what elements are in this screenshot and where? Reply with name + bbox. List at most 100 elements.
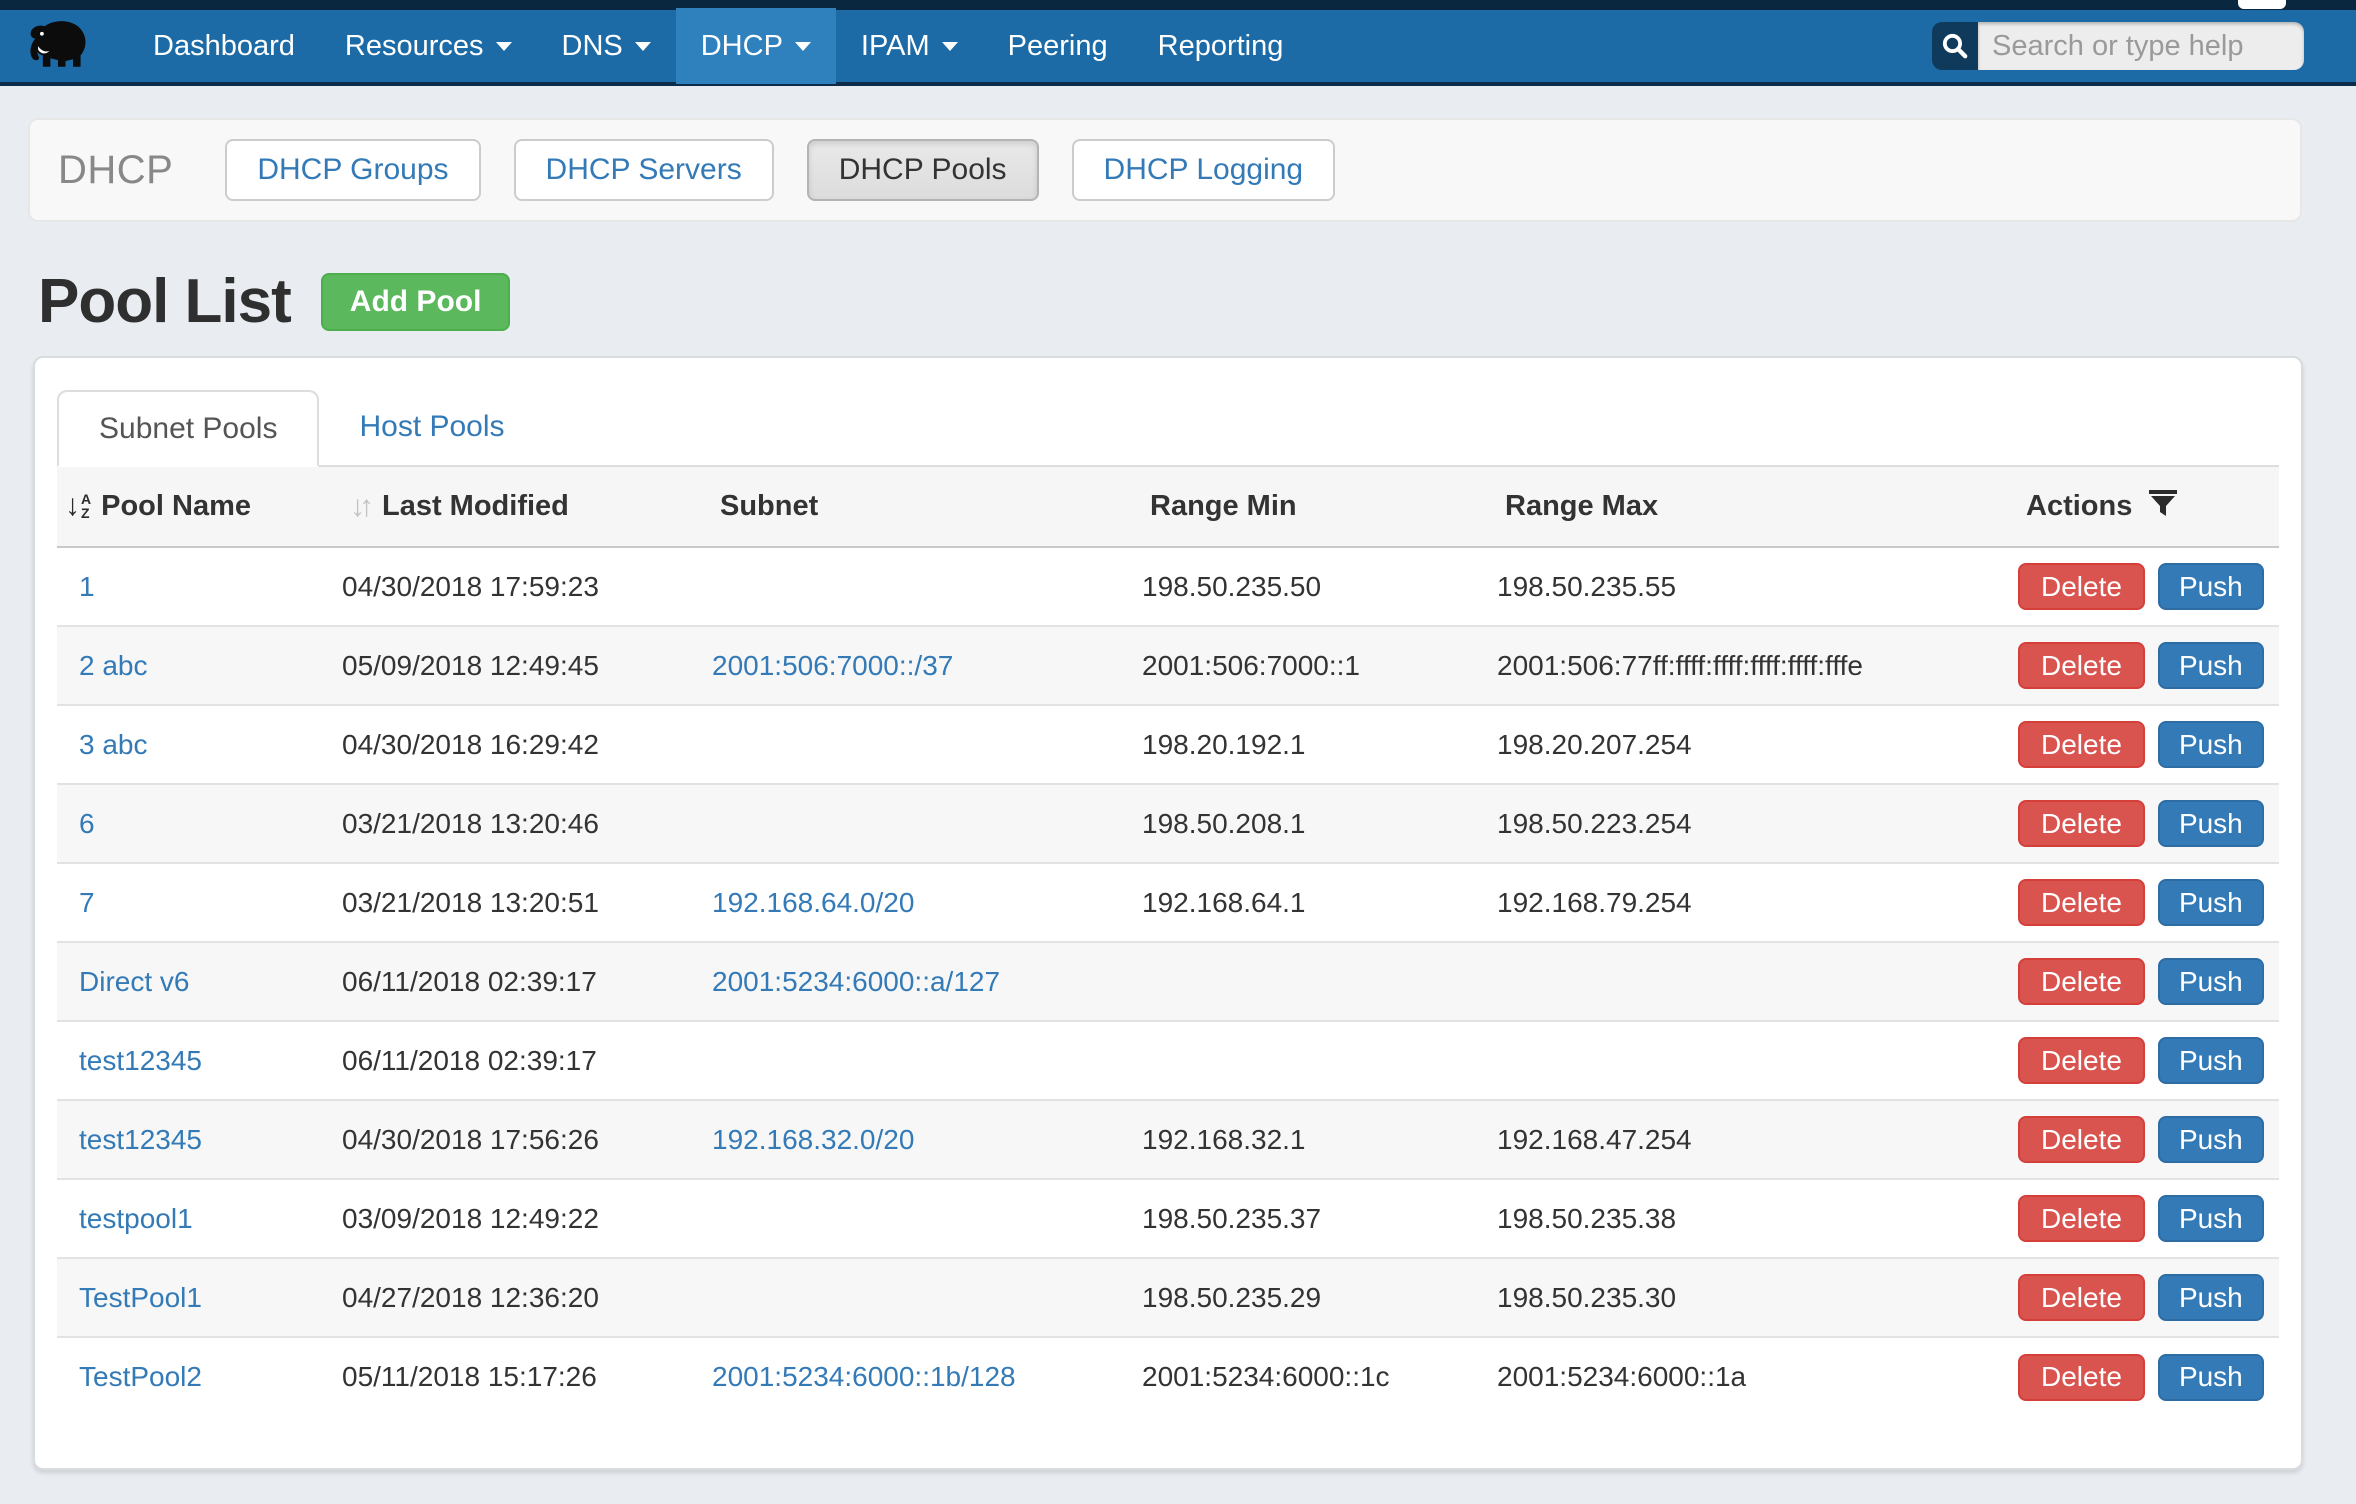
nav-item-label: Resources bbox=[345, 30, 484, 63]
push-button[interactable]: Push bbox=[2158, 800, 2264, 847]
last-modified-value: 03/09/2018 12:49:22 bbox=[342, 1203, 599, 1234]
cell-actions: Delete Push bbox=[2018, 1179, 2279, 1258]
pool-name-link[interactable]: 3 abc bbox=[79, 729, 148, 760]
delete-button[interactable]: Delete bbox=[2018, 563, 2145, 610]
table-row: 603/21/2018 13:20:46198.50.208.1198.50.2… bbox=[57, 784, 2279, 863]
push-button[interactable]: Push bbox=[2158, 721, 2264, 768]
delete-button[interactable]: Delete bbox=[2018, 1195, 2145, 1242]
subnav-button-dhcp-pools[interactable]: DHCP Pools bbox=[807, 139, 1039, 201]
cell-range-max: 2001:5234:6000::1a bbox=[1497, 1337, 2018, 1416]
delete-button[interactable]: Delete bbox=[2018, 1354, 2145, 1401]
subnav-button-dhcp-logging[interactable]: DHCP Logging bbox=[1072, 139, 1336, 201]
delete-button[interactable]: Delete bbox=[2018, 958, 2145, 1005]
pool-name-link[interactable]: TestPool1 bbox=[79, 1282, 202, 1313]
subnet-link[interactable]: 2001:5234:6000::a/127 bbox=[712, 966, 1000, 997]
last-modified-value: 05/09/2018 12:49:45 bbox=[342, 650, 599, 681]
nav-item-resources[interactable]: Resources bbox=[320, 8, 537, 84]
cell-actions: Delete Push bbox=[2018, 1337, 2279, 1416]
filter-icon[interactable] bbox=[2148, 488, 2178, 526]
delete-button[interactable]: Delete bbox=[2018, 1274, 2145, 1321]
nav-item-ipam[interactable]: IPAM bbox=[836, 8, 983, 84]
push-button[interactable]: Push bbox=[2158, 1037, 2264, 1084]
header-pool-name[interactable]: ↓AZ Pool Name bbox=[57, 467, 342, 547]
delete-button[interactable]: Delete bbox=[2018, 721, 2145, 768]
header-subnet[interactable]: Subnet bbox=[712, 467, 1142, 547]
range-max-value: 2001:5234:6000::1a bbox=[1497, 1361, 1746, 1392]
cell-actions: Delete Push bbox=[2018, 1258, 2279, 1337]
cell-pool-name: Direct v6 bbox=[57, 942, 342, 1021]
header-actions[interactable]: Actions bbox=[2018, 467, 2279, 547]
cell-pool-name: 2 abc bbox=[57, 626, 342, 705]
subnet-link[interactable]: 2001:506:7000::/37 bbox=[712, 650, 953, 681]
delete-button[interactable]: Delete bbox=[2018, 1037, 2145, 1084]
delete-button[interactable]: Delete bbox=[2018, 1116, 2145, 1163]
tab-subnet-pools[interactable]: Subnet Pools bbox=[57, 390, 319, 467]
push-button[interactable]: Push bbox=[2158, 1116, 2264, 1163]
nav-item-dhcp[interactable]: DHCP bbox=[676, 8, 836, 84]
subnav-button-dhcp-servers[interactable]: DHCP Servers bbox=[514, 139, 774, 201]
search-icon[interactable] bbox=[1932, 22, 1978, 70]
delete-button[interactable]: Delete bbox=[2018, 879, 2145, 926]
pool-name-link[interactable]: test12345 bbox=[79, 1124, 202, 1155]
cell-subnet: 192.168.64.0/20 bbox=[712, 863, 1142, 942]
push-button[interactable]: Push bbox=[2158, 642, 2264, 689]
pool-name-link[interactable]: TestPool2 bbox=[79, 1361, 202, 1392]
nav-item-dashboard[interactable]: Dashboard bbox=[128, 8, 320, 84]
sort-icon[interactable]: ↓↑ bbox=[350, 490, 368, 524]
pool-name-link[interactable]: 6 bbox=[79, 808, 95, 839]
push-button[interactable]: Push bbox=[2158, 563, 2264, 610]
cell-last-modified: 04/30/2018 16:29:42 bbox=[342, 705, 712, 784]
subnav-buttons: DHCP Groups DHCP Servers DHCP Pools DHCP Lo… bbox=[173, 139, 1335, 201]
dhcp-subnav: DHCP DHCP GroupsDHCP ServersDHCP PoolsDH… bbox=[28, 118, 2302, 222]
push-button[interactable]: Push bbox=[2158, 879, 2264, 926]
add-pool-button[interactable]: Add Pool bbox=[321, 273, 511, 331]
sort-alpha-icon[interactable]: ↓AZ bbox=[65, 491, 91, 521]
last-modified-value: 04/30/2018 17:56:26 bbox=[342, 1124, 599, 1155]
nav-item-peering[interactable]: Peering bbox=[983, 8, 1133, 84]
delete-button[interactable]: Delete bbox=[2018, 642, 2145, 689]
pool-name-link[interactable]: 2 abc bbox=[79, 650, 148, 681]
cell-pool-name: testpool1 bbox=[57, 1179, 342, 1258]
cell-last-modified: 06/11/2018 02:39:17 bbox=[342, 1021, 712, 1100]
range-max-value: 2001:506:77ff:ffff:ffff:ffff:ffff:fffe bbox=[1497, 650, 1863, 681]
header-range-min[interactable]: Range Min bbox=[1142, 467, 1497, 547]
pool-name-link[interactable]: Direct v6 bbox=[79, 966, 189, 997]
push-button[interactable]: Push bbox=[2158, 958, 2264, 1005]
subnet-link[interactable]: 192.168.32.0/20 bbox=[712, 1124, 914, 1155]
cell-range-max: 198.20.207.254 bbox=[1497, 705, 2018, 784]
range-min-value: 192.168.64.1 bbox=[1142, 887, 1306, 918]
table-row: test12345 04/30/2018 17:56:26 192.168.32.0… bbox=[57, 1100, 2279, 1179]
table-row: testpool1 03/09/2018 12:49:22 198.50.235.3… bbox=[57, 1179, 2279, 1258]
nav-item-label: DNS bbox=[562, 30, 623, 63]
nav-item-dns[interactable]: DNS bbox=[537, 8, 676, 84]
cell-last-modified: 03/21/2018 13:20:51 bbox=[342, 863, 712, 942]
cell-actions: Delete Push bbox=[2018, 942, 2279, 1021]
pool-name-link[interactable]: 7 bbox=[79, 887, 95, 918]
nav-item-reporting[interactable]: Reporting bbox=[1133, 8, 1309, 84]
table-row: 104/30/2018 17:59:23198.50.235.50198.50.… bbox=[57, 547, 2279, 626]
header-range-max[interactable]: Range Max bbox=[1497, 467, 2018, 547]
subnav-button-dhcp-groups[interactable]: DHCP Groups bbox=[225, 139, 480, 201]
range-min-value: 198.50.235.37 bbox=[1142, 1203, 1321, 1234]
table-row: 3 abc 04/30/2018 16:29:42 198.20.192.1198.… bbox=[57, 705, 2279, 784]
cell-subnet: 2001:506:7000::/37 bbox=[712, 626, 1142, 705]
pool-name-link[interactable]: testpool1 bbox=[79, 1203, 193, 1234]
pool-name-link[interactable]: 1 bbox=[79, 571, 95, 602]
last-modified-value: 06/11/2018 02:39:17 bbox=[342, 1045, 597, 1076]
header-last-modified[interactable]: ↓↑ Last Modified bbox=[342, 467, 712, 547]
subnet-link[interactable]: 192.168.64.0/20 bbox=[712, 887, 914, 918]
search-input[interactable] bbox=[1978, 22, 2304, 70]
cell-range-min: 2001:506:7000::1 bbox=[1142, 626, 1497, 705]
pool-name-link[interactable]: test12345 bbox=[79, 1045, 202, 1076]
cell-last-modified: 04/30/2018 17:59:23 bbox=[342, 547, 712, 626]
delete-button[interactable]: Delete bbox=[2018, 800, 2145, 847]
tab-host-pools[interactable]: Host Pools bbox=[319, 388, 544, 465]
cell-last-modified: 06/11/2018 02:39:17 bbox=[342, 942, 712, 1021]
push-button[interactable]: Push bbox=[2158, 1274, 2264, 1321]
push-button[interactable]: Push bbox=[2158, 1195, 2264, 1242]
subnav-title: DHCP bbox=[58, 148, 173, 193]
last-modified-value: 06/11/2018 02:39:17 bbox=[342, 966, 597, 997]
cell-range-min: 198.20.192.1 bbox=[1142, 705, 1497, 784]
subnet-link[interactable]: 2001:5234:6000::1b/128 bbox=[712, 1361, 1016, 1392]
push-button[interactable]: Push bbox=[2158, 1354, 2264, 1401]
